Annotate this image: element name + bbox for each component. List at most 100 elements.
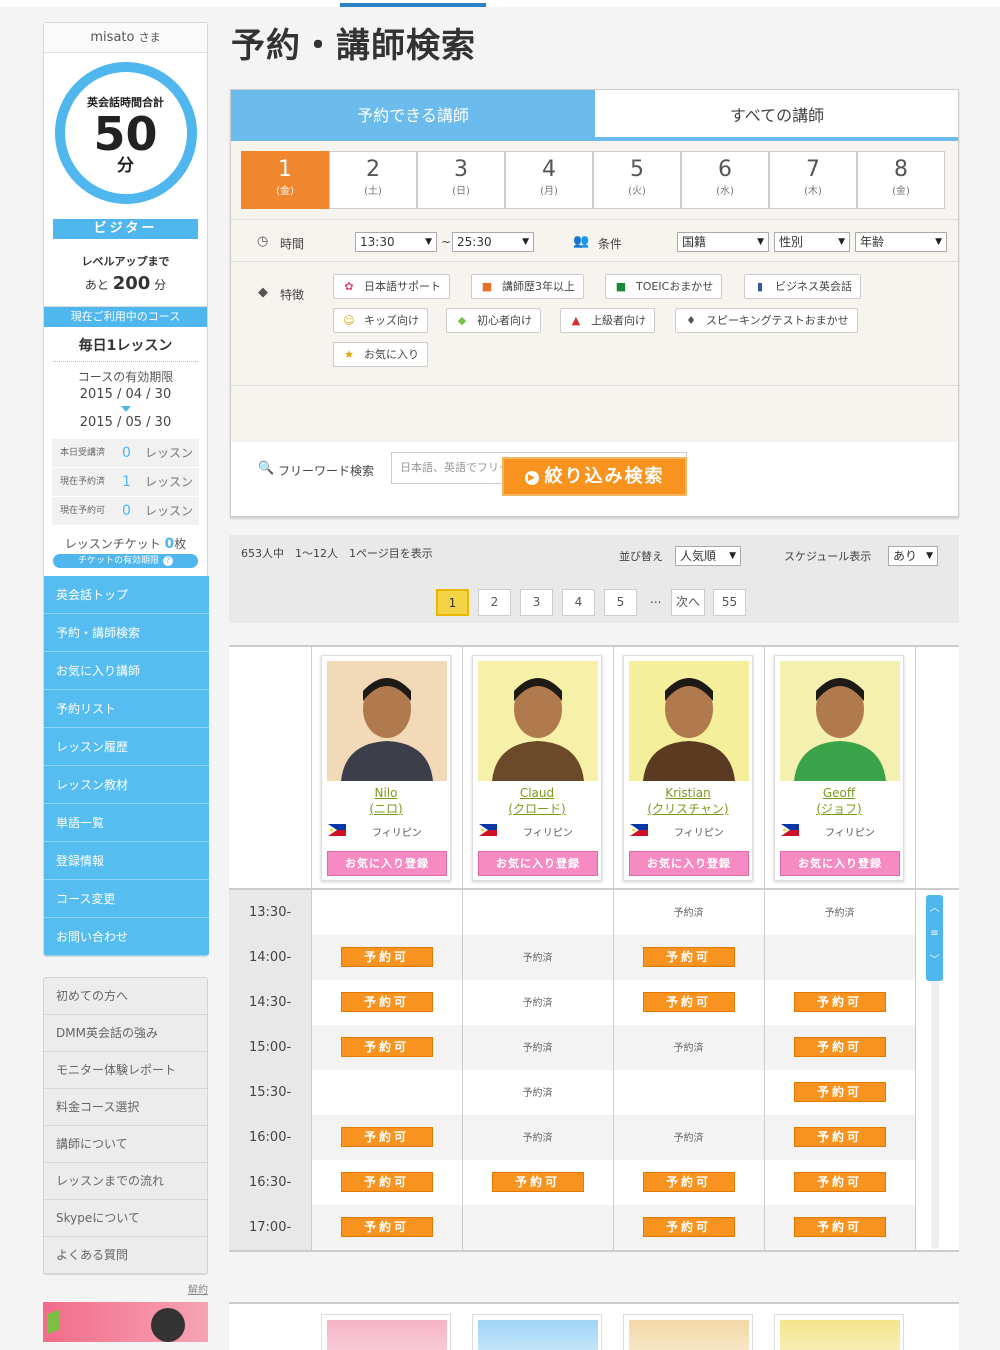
schedule-cell[interactable]: 予約可 bbox=[613, 1205, 764, 1250]
nav-item[interactable]: お問い合わせ bbox=[44, 918, 209, 956]
info-nav-item[interactable]: レッスンまでの流れ bbox=[44, 1163, 207, 1200]
book-button[interactable]: 予約可 bbox=[793, 1217, 886, 1237]
teacher-name[interactable]: Nilo (ニロ) bbox=[322, 785, 450, 817]
info-nav-item[interactable]: DMM英会話の強み bbox=[44, 1015, 207, 1052]
info-nav-item[interactable]: モニター体験レポート bbox=[44, 1052, 207, 1089]
date-tab[interactable]: 8 (金) bbox=[857, 151, 945, 209]
info-nav-item[interactable]: 料金コース選択 bbox=[44, 1089, 207, 1126]
nav-item[interactable]: 単語一覧 bbox=[44, 804, 209, 842]
book-button[interactable]: 予約可 bbox=[491, 1172, 584, 1192]
nav-item[interactable]: 予約リスト bbox=[44, 690, 209, 728]
teacher-photo[interactable] bbox=[780, 661, 900, 781]
schedule-cell[interactable]: 予約可 bbox=[764, 1205, 915, 1250]
date-tab[interactable]: 3 (日) bbox=[417, 151, 505, 209]
nav-item[interactable]: 予約・講師検索 bbox=[44, 614, 209, 652]
info-nav-item[interactable]: 初めての方へ bbox=[44, 978, 207, 1015]
date-tab[interactable]: 7 (木) bbox=[769, 151, 857, 209]
schedule-cell[interactable]: 予約可 bbox=[311, 980, 462, 1025]
date-tab[interactable]: 1 (金) bbox=[241, 151, 329, 209]
ticket-expiry-button[interactable]: チケットの有効期限? bbox=[53, 554, 198, 568]
page-link[interactable]: 3 bbox=[520, 589, 553, 616]
nav-item[interactable]: 登録情報 bbox=[44, 842, 209, 880]
teacher-name[interactable]: Kristian (クリスチャン) bbox=[624, 785, 752, 817]
schedule-cell[interactable]: 予約可 bbox=[764, 1070, 915, 1115]
teacher-card-partial[interactable] bbox=[623, 1314, 753, 1350]
schedule-cell[interactable]: 予約可 bbox=[764, 1115, 915, 1160]
schedule-cell[interactable]: 予約可 bbox=[613, 980, 764, 1025]
teacher-card-partial[interactable] bbox=[472, 1314, 602, 1350]
book-button[interactable]: 予約可 bbox=[642, 1217, 735, 1237]
teacher-name[interactable]: Claud (クロード) bbox=[473, 785, 601, 817]
teacher-card-partial[interactable] bbox=[774, 1314, 904, 1350]
tab-available-teachers[interactable]: 予約できる講師 bbox=[231, 90, 595, 141]
teacher-name[interactable]: Geoff (ジョフ) bbox=[775, 785, 903, 817]
page-link[interactable]: 2 bbox=[478, 589, 511, 616]
book-button[interactable]: 予約可 bbox=[793, 1082, 886, 1102]
schedule-cell[interactable]: 予約可 bbox=[613, 1160, 764, 1205]
age-select[interactable]: 年齢 bbox=[855, 232, 947, 252]
book-button[interactable]: 予約可 bbox=[642, 1172, 735, 1192]
favorite-button[interactable]: お気に入り登録 bbox=[327, 851, 447, 876]
book-button[interactable]: 予約可 bbox=[793, 1127, 886, 1147]
page-link[interactable]: 4 bbox=[562, 589, 595, 616]
scroll-handle[interactable]: ︿ ≡ ﹀ bbox=[926, 895, 943, 981]
page-link[interactable]: 1 bbox=[436, 589, 469, 616]
schedule-cell[interactable]: 予約可 bbox=[311, 1025, 462, 1070]
nav-item[interactable]: レッスン教材 bbox=[44, 766, 209, 804]
feature-tag[interactable]: ★ お気に入り bbox=[333, 342, 428, 367]
nav-item[interactable]: コース変更 bbox=[44, 880, 209, 918]
date-tab[interactable]: 5 (火) bbox=[593, 151, 681, 209]
nav-item[interactable]: 英会話トップ bbox=[44, 576, 209, 614]
feature-tag[interactable]: ■ 講師歴3年以上 bbox=[471, 274, 584, 299]
date-tab[interactable]: 2 (土) bbox=[329, 151, 417, 209]
schedule-cell[interactable]: 予約可 bbox=[764, 1160, 915, 1205]
teacher-card[interactable]: Claud (クロード) フィリピン お気に入り登録 bbox=[472, 655, 602, 881]
feature-tag[interactable]: ♦ スピーキングテストおまかせ bbox=[675, 308, 858, 333]
book-button[interactable]: 予約可 bbox=[793, 992, 886, 1012]
teacher-card[interactable]: Geoff (ジョフ) フィリピン お気に入り登録 bbox=[774, 655, 904, 881]
favorite-button[interactable]: お気に入り登録 bbox=[629, 851, 749, 876]
book-button[interactable]: 予約可 bbox=[793, 1172, 886, 1192]
date-tab[interactable]: 6 (水) bbox=[681, 151, 769, 209]
page-link[interactable]: 次へ bbox=[671, 589, 705, 616]
favorite-button[interactable]: お気に入り登録 bbox=[780, 851, 900, 876]
schedule-cell[interactable]: 予約可 bbox=[311, 1205, 462, 1250]
date-tab[interactable]: 4 (月) bbox=[505, 151, 593, 209]
schedule-cell[interactable]: 予約可 bbox=[462, 1160, 613, 1205]
schedule-cell[interactable]: 予約可 bbox=[764, 980, 915, 1025]
info-nav-item[interactable]: Skypeについて bbox=[44, 1200, 207, 1237]
book-button[interactable]: 予約可 bbox=[340, 1217, 433, 1237]
book-button[interactable]: 予約可 bbox=[642, 992, 735, 1012]
beginner-banner[interactable] bbox=[43, 1302, 208, 1342]
sort-select[interactable]: 人気順 bbox=[675, 546, 741, 566]
feature-tag[interactable]: ☺ キッズ向け bbox=[333, 308, 428, 333]
book-button[interactable]: 予約可 bbox=[340, 992, 433, 1012]
schedule-cell[interactable]: 予約可 bbox=[311, 935, 462, 980]
schedule-cell[interactable]: 予約可 bbox=[764, 1025, 915, 1070]
time-to-select[interactable]: 25:30 bbox=[452, 232, 534, 252]
schedule-cell[interactable]: 予約可 bbox=[311, 1115, 462, 1160]
feature-tag[interactable]: ✿ 日本語サポート bbox=[333, 274, 450, 299]
book-button[interactable]: 予約可 bbox=[340, 1127, 433, 1147]
favorite-button[interactable]: お気に入り登録 bbox=[478, 851, 598, 876]
teacher-card-partial[interactable] bbox=[321, 1314, 451, 1350]
teacher-card[interactable]: Kristian (クリスチャン) フィリピン お気に入り登録 bbox=[623, 655, 753, 881]
book-button[interactable]: 予約可 bbox=[642, 947, 735, 967]
schedule-cell[interactable]: 予約可 bbox=[311, 1160, 462, 1205]
page-link[interactable]: 55 bbox=[713, 589, 746, 616]
tab-all-teachers[interactable]: すべての講師 bbox=[595, 90, 959, 141]
info-nav-item[interactable]: 講師について bbox=[44, 1126, 207, 1163]
nav-item[interactable]: レッスン履歴 bbox=[44, 728, 209, 766]
feature-tag[interactable]: ▲ 上級者向け bbox=[560, 308, 655, 333]
nationality-select[interactable]: 国籍 bbox=[677, 232, 769, 252]
feature-tag[interactable]: ■ TOEICおまかせ bbox=[605, 274, 723, 299]
teacher-photo[interactable] bbox=[629, 661, 749, 781]
book-button[interactable]: 予約可 bbox=[793, 1037, 886, 1057]
book-button[interactable]: 予約可 bbox=[340, 1037, 433, 1057]
time-from-select[interactable]: 13:30 bbox=[355, 232, 437, 252]
book-button[interactable]: 予約可 bbox=[340, 947, 433, 967]
gender-select[interactable]: 性別 bbox=[774, 232, 850, 252]
page-link[interactable]: 5 bbox=[604, 589, 637, 616]
feature-tag[interactable]: ◆ 初心者向け bbox=[446, 308, 541, 333]
cancel-link[interactable]: 解約 bbox=[43, 1281, 208, 1296]
